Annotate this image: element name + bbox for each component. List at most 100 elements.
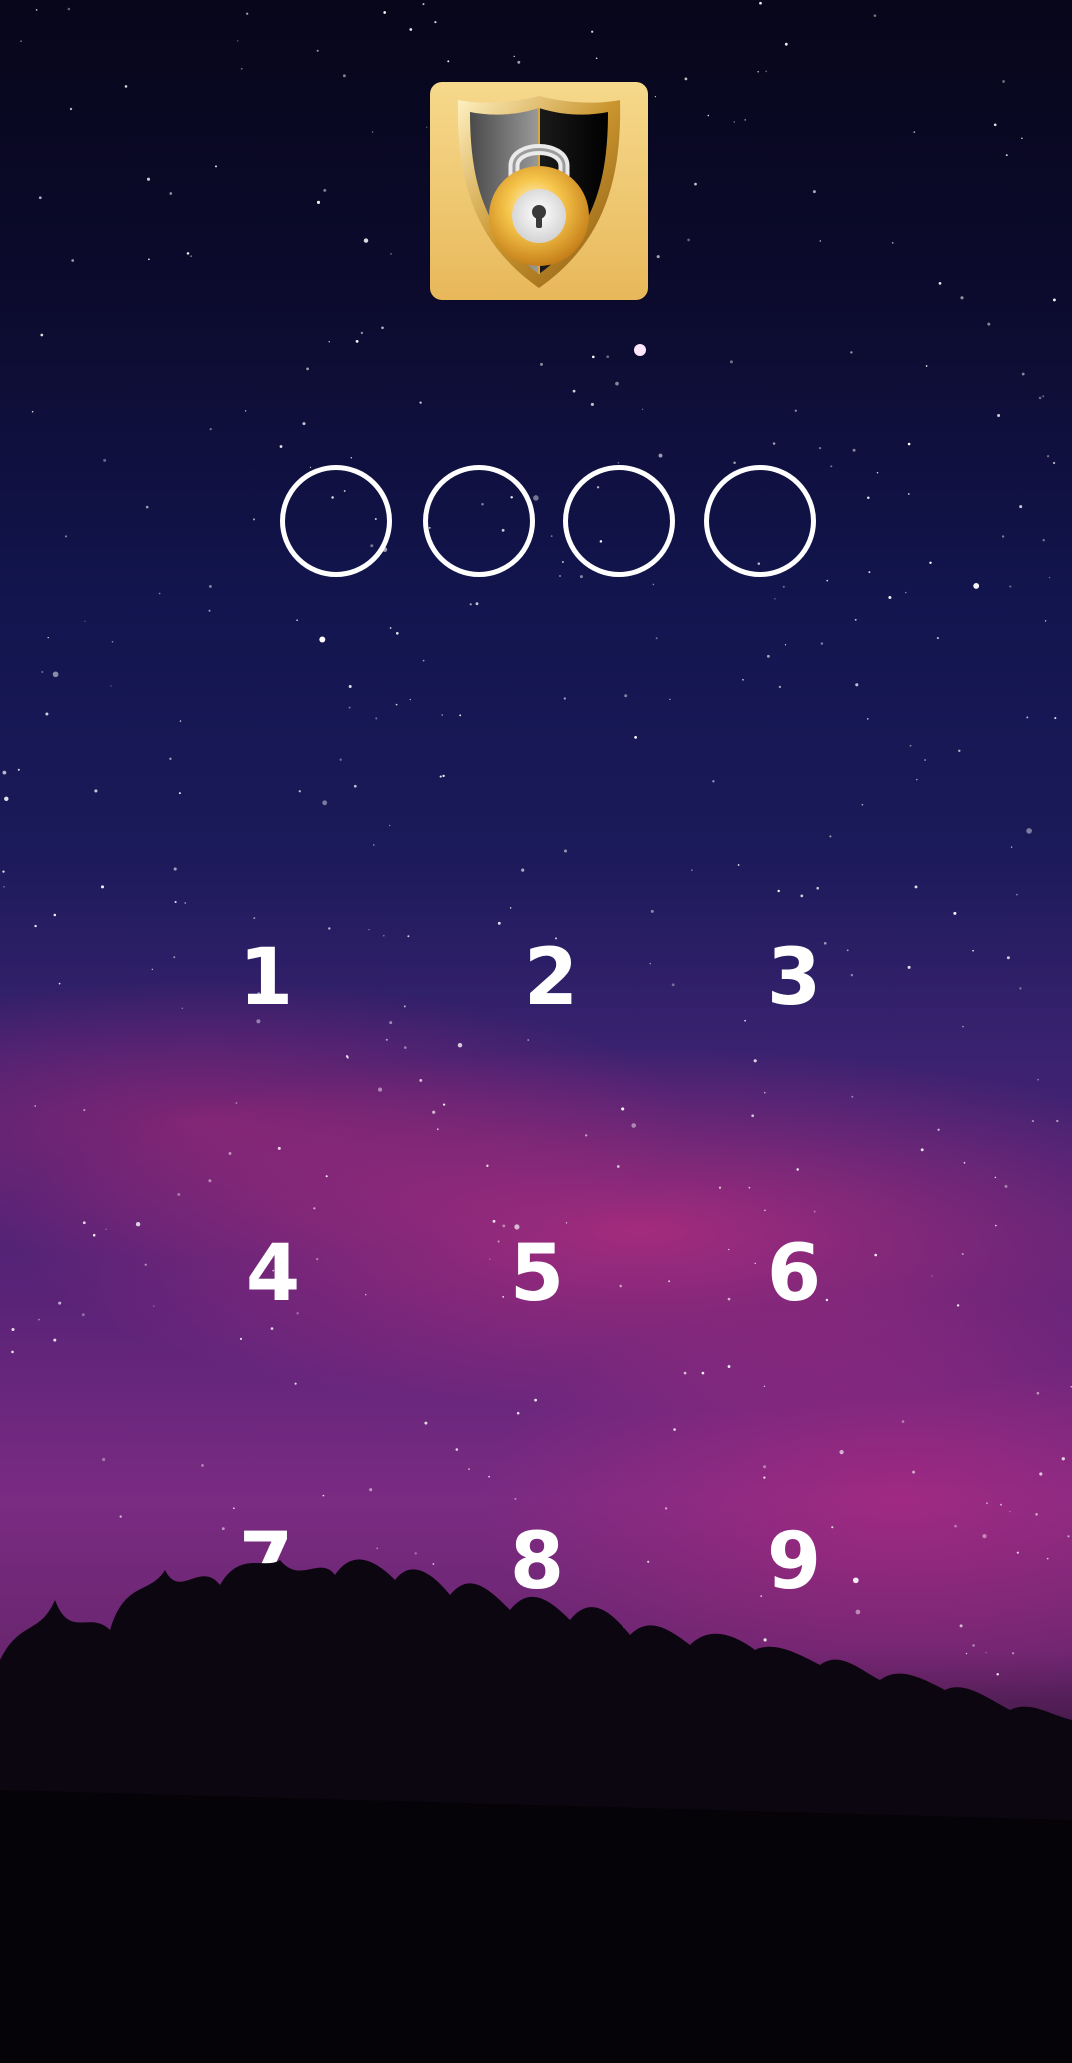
star	[179, 720, 182, 722]
star	[173, 867, 177, 871]
star	[1054, 717, 1057, 720]
star	[1005, 154, 1008, 157]
star	[469, 603, 472, 606]
star	[995, 1224, 997, 1227]
star	[753, 1059, 757, 1063]
star	[71, 259, 75, 262]
star	[647, 1560, 650, 1563]
star	[385, 1038, 388, 1041]
key-4[interactable]: 4	[183, 1204, 363, 1344]
star	[1056, 1119, 1059, 1123]
star	[360, 331, 364, 335]
star	[563, 849, 568, 853]
star	[174, 1672, 177, 1675]
star	[765, 70, 768, 73]
star	[819, 240, 822, 242]
star	[1037, 1079, 1039, 1081]
star	[419, 1078, 423, 1082]
star	[1021, 372, 1025, 376]
key-1[interactable]: 1	[176, 908, 356, 1048]
star	[1002, 80, 1005, 83]
app-logo-shield-padlock-icon	[430, 82, 648, 300]
key-8[interactable]: 8	[447, 1492, 627, 1632]
key-5[interactable]: 5	[447, 1204, 627, 1344]
star	[796, 1168, 799, 1171]
star	[319, 636, 326, 643]
star	[737, 864, 740, 866]
key-0[interactable]: 0	[447, 1808, 627, 1948]
star	[924, 759, 926, 761]
star	[707, 114, 710, 117]
star	[585, 1134, 588, 1137]
star	[997, 414, 1001, 417]
key-2[interactable]: 2	[461, 908, 641, 1048]
star	[956, 1304, 960, 1307]
star	[403, 1046, 407, 1049]
star	[1016, 1551, 1019, 1554]
star	[694, 182, 697, 186]
star	[641, 408, 644, 410]
star	[985, 1651, 987, 1654]
star	[963, 1161, 966, 1164]
star	[395, 703, 398, 706]
star	[637, 1676, 641, 1680]
star	[972, 1644, 975, 1647]
star	[590, 402, 594, 406]
star	[279, 445, 283, 448]
star	[513, 55, 515, 58]
star	[684, 77, 688, 81]
star	[591, 30, 594, 33]
star	[367, 1738, 372, 1742]
star	[403, 1005, 406, 1008]
star	[246, 12, 249, 15]
star	[539, 362, 544, 366]
star	[20, 1634, 27, 1641]
star	[325, 1175, 328, 1178]
star	[240, 67, 243, 70]
key-3[interactable]: 3	[704, 908, 884, 1048]
star	[244, 410, 247, 412]
star	[718, 1186, 722, 1189]
star	[53, 1338, 57, 1342]
star	[294, 1382, 297, 1385]
star	[1052, 461, 1056, 465]
star	[389, 1021, 393, 1025]
star	[772, 442, 776, 445]
star	[101, 885, 104, 889]
star	[105, 1228, 107, 1230]
star	[742, 679, 744, 681]
pin-dot-4	[704, 465, 816, 577]
star	[11, 1350, 14, 1354]
star	[488, 1475, 490, 1478]
star	[94, 789, 98, 793]
star	[615, 381, 619, 386]
star	[177, 1192, 181, 1197]
star	[103, 458, 107, 462]
star	[346, 1056, 349, 1059]
star	[1038, 396, 1042, 400]
star	[664, 1507, 668, 1510]
star	[322, 800, 328, 806]
star	[445, 1726, 449, 1730]
star	[953, 911, 957, 915]
key-6[interactable]: 6	[704, 1204, 884, 1344]
key-9[interactable]: 9	[704, 1492, 884, 1632]
star	[235, 1102, 238, 1104]
star	[173, 956, 176, 959]
key-7[interactable]: 7	[176, 1492, 356, 1632]
star	[936, 637, 939, 640]
star	[95, 1640, 98, 1643]
star	[763, 1638, 767, 1642]
star	[69, 107, 73, 111]
star	[439, 775, 442, 778]
star	[52, 671, 59, 678]
star	[407, 935, 410, 938]
star	[169, 757, 172, 761]
star	[914, 885, 918, 889]
star	[2, 770, 7, 775]
star	[83, 1109, 86, 1112]
star	[592, 355, 595, 359]
star	[307, 1690, 311, 1693]
star	[316, 200, 321, 204]
star	[442, 1103, 446, 1106]
